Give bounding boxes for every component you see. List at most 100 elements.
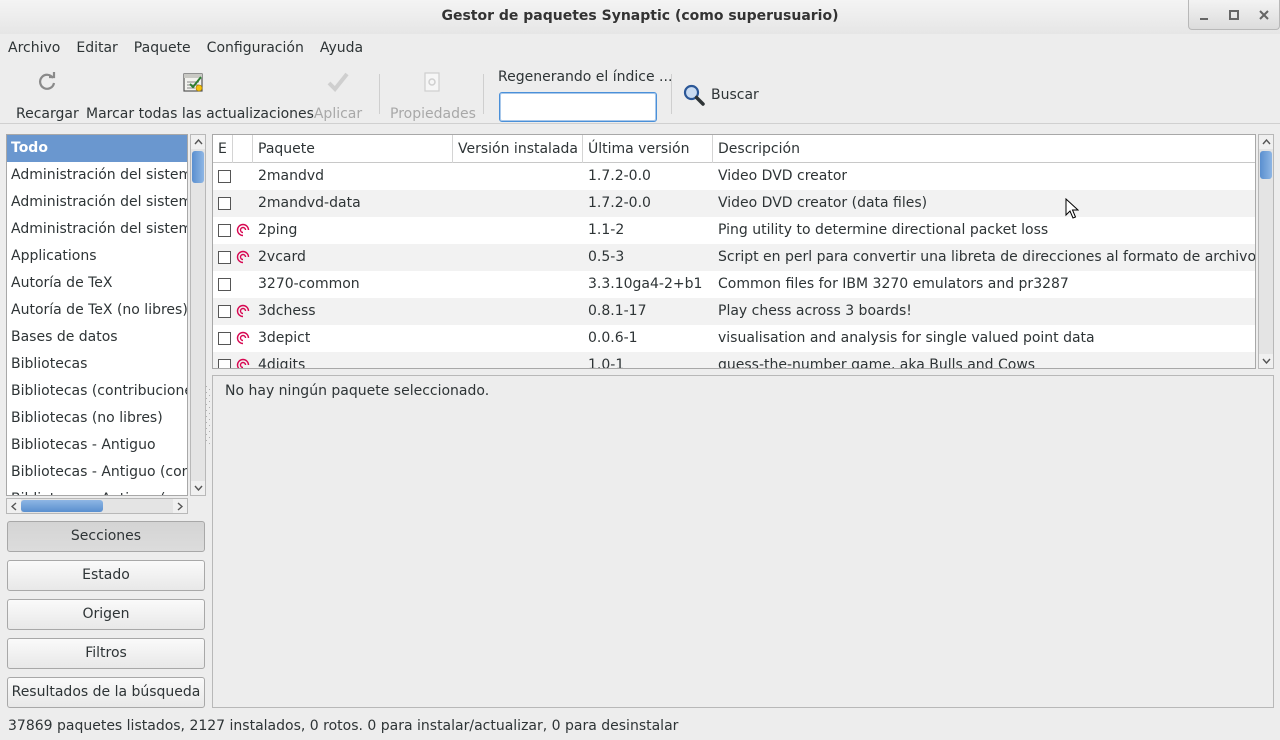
section-item[interactable]: Administración del sistema bbox=[7, 189, 187, 216]
menu-ayuda[interactable]: Ayuda bbox=[312, 38, 371, 60]
scroll-right-arrow[interactable] bbox=[173, 499, 187, 513]
table-row[interactable]: 3depict 0.0.6-1 visualisation and analysis… bbox=[213, 325, 1255, 352]
menu-paquete[interactable]: Paquete bbox=[126, 38, 199, 60]
search-input[interactable] bbox=[499, 92, 657, 122]
section-item[interactable]: Administración del sistema bbox=[7, 162, 187, 189]
section-item[interactable]: Bibliotecas bbox=[7, 351, 187, 378]
scroll-thumb[interactable] bbox=[1260, 151, 1272, 179]
package-description: Video DVD creator (data files) bbox=[718, 195, 928, 211]
section-item[interactable]: Autoría de TeX (no libres) bbox=[7, 297, 187, 324]
package-description: Video DVD creator bbox=[718, 168, 848, 184]
maximize-button[interactable] bbox=[1219, 0, 1249, 29]
minimize-button[interactable] bbox=[1189, 0, 1219, 29]
table-row[interactable]: 3dchess 0.8.1-17 Play chess across 3 board… bbox=[213, 298, 1255, 325]
column-header-description[interactable]: Descripción bbox=[713, 135, 1255, 163]
package-checkbox[interactable] bbox=[218, 170, 231, 183]
package-checkbox[interactable] bbox=[218, 332, 231, 345]
apply-button[interactable]: Aplicar bbox=[312, 68, 364, 122]
properties-button[interactable]: Propiedades bbox=[390, 68, 476, 122]
scroll-left-arrow[interactable] bbox=[7, 499, 21, 513]
package-checkbox[interactable] bbox=[218, 278, 231, 291]
section-list-vertical-scrollbar[interactable] bbox=[190, 134, 206, 496]
column-header-installed-version[interactable]: Versión instalada bbox=[453, 135, 583, 163]
table-row[interactable]: 2mandvd-data 1.7.2-0.0 Video DVD creator (… bbox=[213, 190, 1255, 217]
table-row[interactable]: 2vcard 0.5-3 Script en perl para convertir… bbox=[213, 244, 1256, 271]
search-button[interactable]: Buscar bbox=[682, 82, 759, 108]
toolbar-separator bbox=[671, 74, 672, 114]
section-list[interactable]: Todo Administración del sistema Administ… bbox=[6, 134, 188, 496]
column-header-package[interactable]: Paquete bbox=[253, 135, 453, 163]
latest-version: 0.0.6-1 bbox=[588, 330, 638, 346]
package-table[interactable]: E Paquete Versión instalada Última versi… bbox=[212, 134, 1256, 369]
package-name: 2mandvd-data bbox=[258, 195, 361, 211]
chevron-down-icon bbox=[193, 485, 203, 491]
section-item[interactable]: Bases de datos bbox=[7, 324, 187, 351]
chevron-up-icon bbox=[1261, 139, 1271, 145]
package-checkbox[interactable] bbox=[218, 359, 231, 368]
section-item[interactable]: Applications bbox=[7, 243, 187, 270]
window-controls bbox=[1188, 0, 1280, 30]
section-item[interactable]: Bibliotecas - Antiguo (no libres) bbox=[7, 486, 187, 495]
package-checkbox[interactable] bbox=[218, 251, 231, 264]
section-item[interactable]: Bibliotecas - Antiguo (contrib) bbox=[7, 459, 187, 486]
column-header-status[interactable]: E bbox=[213, 135, 233, 163]
table-row[interactable]: 3270-common 3.3.10ga4-2+b1 Common files fo… bbox=[213, 271, 1255, 298]
section-item[interactable]: Bibliotecas (contribuciones) bbox=[7, 378, 187, 405]
scroll-thumb[interactable] bbox=[192, 151, 204, 183]
section-item[interactable]: Todo bbox=[7, 135, 187, 162]
scroll-thumb[interactable] bbox=[21, 500, 103, 512]
search-results-button[interactable]: Resultados de la búsqueda bbox=[7, 677, 205, 708]
checkmark-icon bbox=[327, 72, 349, 92]
package-description: Play chess across 3 boards! bbox=[718, 303, 912, 319]
reload-button[interactable]: Recargar bbox=[16, 68, 79, 122]
close-button[interactable] bbox=[1249, 0, 1279, 29]
scroll-up-arrow[interactable] bbox=[1259, 135, 1273, 149]
table-row[interactable]: 2mandvd 1.7.2-0.0 Video DVD creator bbox=[213, 163, 1255, 190]
column-header-support[interactable] bbox=[233, 135, 253, 163]
latest-version: 0.8.1-17 bbox=[588, 303, 647, 319]
section-item[interactable]: Bibliotecas (no libres) bbox=[7, 405, 187, 432]
package-description: Script en perl para convertir una libret… bbox=[718, 249, 1256, 265]
section-list-horizontal-scrollbar[interactable] bbox=[6, 498, 188, 514]
sections-button[interactable]: Secciones bbox=[7, 521, 205, 552]
latest-version: 0.5-3 bbox=[588, 249, 625, 265]
table-header: E Paquete Versión instalada Última versi… bbox=[213, 135, 1255, 163]
scroll-down-arrow[interactable] bbox=[191, 481, 205, 495]
package-name: 3270-common bbox=[258, 276, 360, 292]
table-row[interactable]: 4digits 1.0-1 guess-the-number game, aka B… bbox=[213, 352, 1255, 369]
status-button[interactable]: Estado bbox=[7, 560, 205, 591]
latest-version: 3.3.10ga4-2+b1 bbox=[588, 276, 703, 292]
pane-resize-handle[interactable] bbox=[205, 380, 211, 450]
package-table-vertical-scrollbar[interactable] bbox=[1258, 134, 1274, 369]
menu-bar: Archivo Editar Paquete Configuración Ayu… bbox=[0, 38, 371, 60]
section-item[interactable]: Bibliotecas - Antiguo bbox=[7, 432, 187, 459]
origin-button[interactable]: Origen bbox=[7, 599, 205, 630]
title-bar[interactable]: Gestor de paquetes Synaptic (como superu… bbox=[0, 0, 1280, 34]
package-name: 3depict bbox=[258, 330, 311, 346]
filters-button[interactable]: Filtros bbox=[7, 638, 205, 669]
menu-archivo[interactable]: Archivo bbox=[0, 38, 68, 60]
package-checkbox[interactable] bbox=[218, 305, 231, 318]
package-checkbox[interactable] bbox=[218, 224, 231, 237]
section-item[interactable]: Autoría de TeX bbox=[7, 270, 187, 297]
column-header-latest-version[interactable]: Última versión bbox=[583, 135, 713, 163]
package-name: 2mandvd bbox=[258, 168, 325, 184]
chevron-up-icon bbox=[193, 139, 203, 145]
scroll-down-arrow[interactable] bbox=[1259, 354, 1273, 368]
debian-swirl-icon bbox=[236, 358, 250, 368]
window-title: Gestor de paquetes Synaptic (como superu… bbox=[441, 8, 839, 24]
section-item[interactable]: Administración del sistema bbox=[7, 216, 187, 243]
menu-configuracion[interactable]: Configuración bbox=[199, 38, 312, 60]
package-checkbox[interactable] bbox=[218, 197, 231, 210]
package-name: 2ping bbox=[258, 222, 298, 238]
properties-label: Propiedades bbox=[390, 106, 476, 122]
latest-version: 1.7.2-0.0 bbox=[588, 195, 651, 211]
scroll-up-arrow[interactable] bbox=[191, 135, 205, 149]
menu-editar[interactable]: Editar bbox=[68, 38, 125, 60]
table-row[interactable]: 2ping 1.1-2 Ping utility to determine dire… bbox=[213, 217, 1255, 244]
mark-all-upgrades-button[interactable]: Marcar todas las actualizaciones bbox=[86, 68, 314, 122]
latest-version: 1.0-1 bbox=[588, 357, 625, 369]
minimize-icon bbox=[1200, 17, 1208, 20]
debian-swirl-icon bbox=[236, 304, 250, 318]
package-description: visualisation and analysis for single va… bbox=[718, 330, 1095, 346]
